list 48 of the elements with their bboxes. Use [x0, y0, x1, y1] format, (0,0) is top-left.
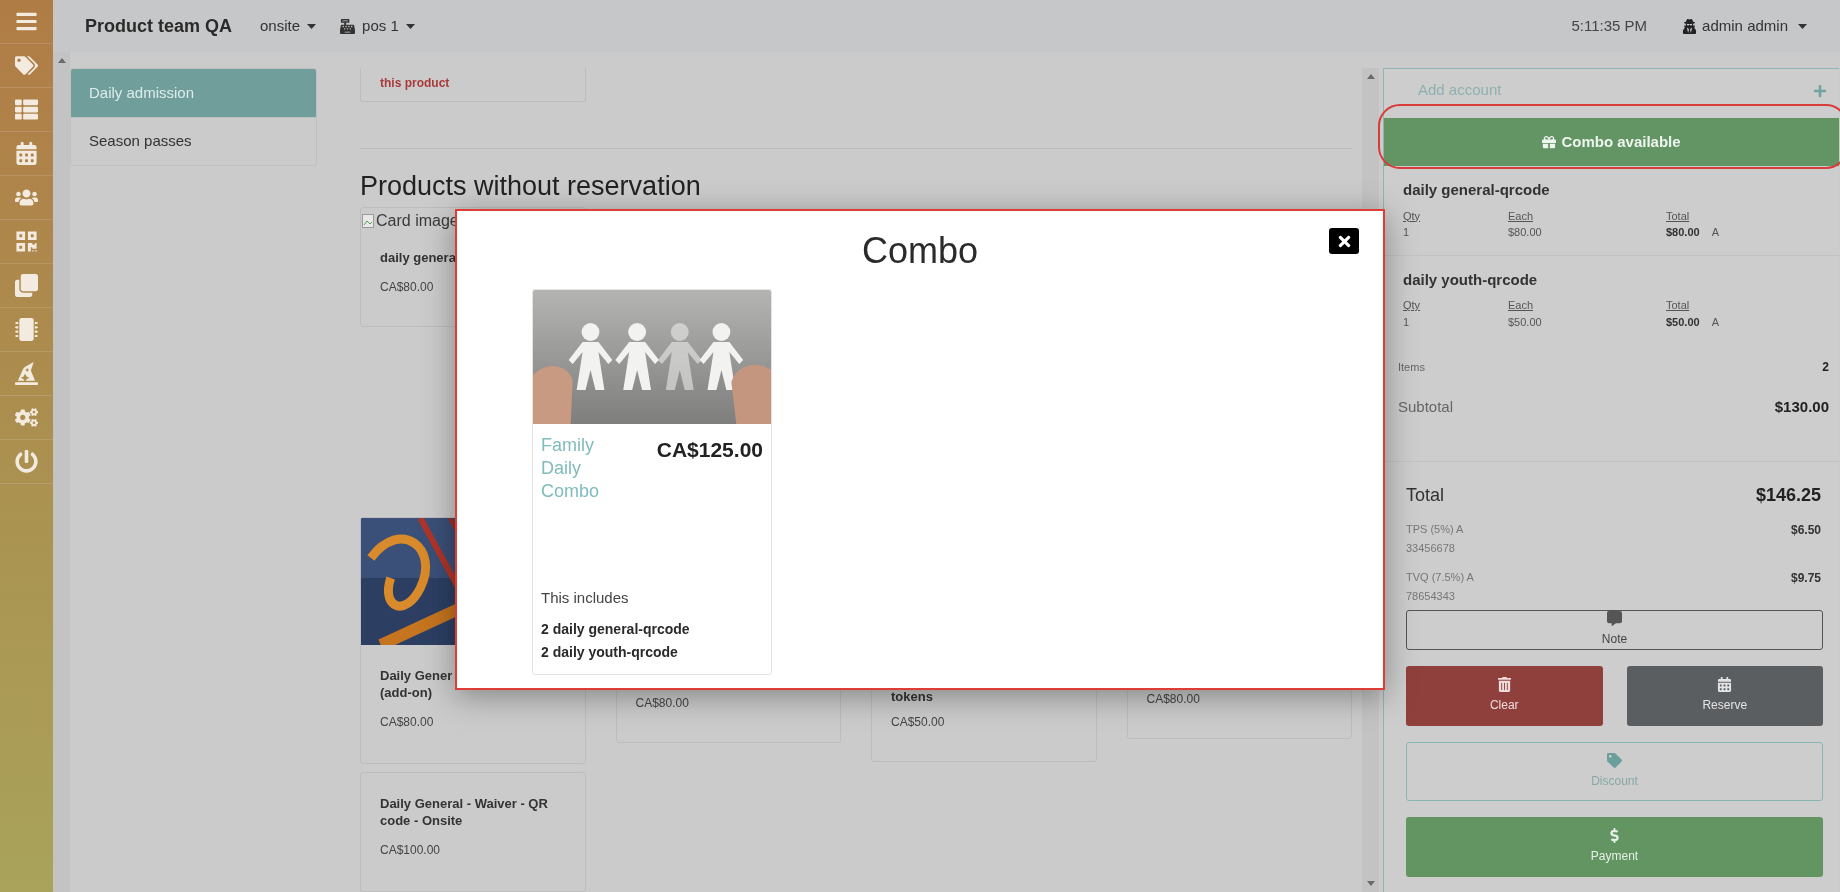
quantity-value: 1: [1403, 314, 1411, 330]
product-price: CA$50.00: [891, 714, 946, 731]
combo-price: CA$125.00: [656, 437, 763, 463]
included-item: 2 daily youth-qrcode: [541, 643, 679, 662]
column-label: Qty: [1403, 208, 1422, 224]
column-label: Qty: [1403, 298, 1422, 313]
column-label: Total: [1666, 208, 1691, 224]
product-price: CA$80.00: [1146, 691, 1201, 708]
unit-price: $80.00: [1508, 225, 1543, 240]
summary-label: Subtotal: [1398, 397, 1454, 417]
column-label: Each: [1508, 208, 1535, 224]
summary-value: 2: [1822, 359, 1829, 376]
unit-price: $50.00: [1508, 314, 1543, 330]
includes-label: This includes: [541, 587, 630, 608]
section-heading: Products without reservation: [360, 171, 702, 201]
tax-value: $9.75: [1790, 569, 1821, 587]
line-item-name: daily general-qrcode: [1403, 180, 1551, 200]
combo-name: Family Daily Combo: [541, 434, 601, 503]
notice-text: this product: [380, 76, 450, 90]
tax-number: 33456678: [1406, 541, 1456, 556]
included-item: 2 daily general-qrcode: [541, 620, 691, 639]
summary-value: $130.00: [1774, 397, 1829, 417]
summary-label: Items: [1398, 359, 1425, 375]
total-value: $146.25: [1755, 483, 1821, 507]
total-label: Total: [1406, 483, 1445, 507]
tax-code: A: [1711, 314, 1719, 330]
product-price: CA$80.00: [380, 279, 435, 296]
product-price: CA$80.00: [380, 714, 435, 731]
quantity-value: 1: [1403, 225, 1411, 240]
line-item-name: daily youth-qrcode: [1403, 269, 1539, 290]
product-price: CA$100.00: [380, 842, 442, 859]
tax-code: A: [1711, 225, 1719, 240]
product-name: Daily General - Waiver - QR code - Onsite: [380, 795, 549, 829]
dialog-title: Combo: [861, 229, 979, 273]
tax-number: 78654343: [1406, 589, 1456, 604]
column-label: Total: [1666, 298, 1691, 313]
product-name: daily genera: [380, 249, 457, 266]
line-total: $80.00: [1666, 225, 1700, 240]
tax-label: TPS (5%) A: [1406, 521, 1464, 537]
line-total: $50.00: [1666, 314, 1700, 330]
clock-time: 5:11:35 PM: [1571, 15, 1648, 36]
tax-value: $6.50: [1790, 521, 1821, 539]
product-price: CA$80.00: [635, 695, 690, 712]
column-label: Each: [1508, 298, 1535, 313]
product-name: tokens: [891, 688, 934, 705]
app-title: Product team QA: [85, 14, 233, 38]
tax-label: TVQ (7.5%) A: [1406, 569, 1474, 585]
product-name: Daily Gener (add-on): [380, 667, 454, 701]
